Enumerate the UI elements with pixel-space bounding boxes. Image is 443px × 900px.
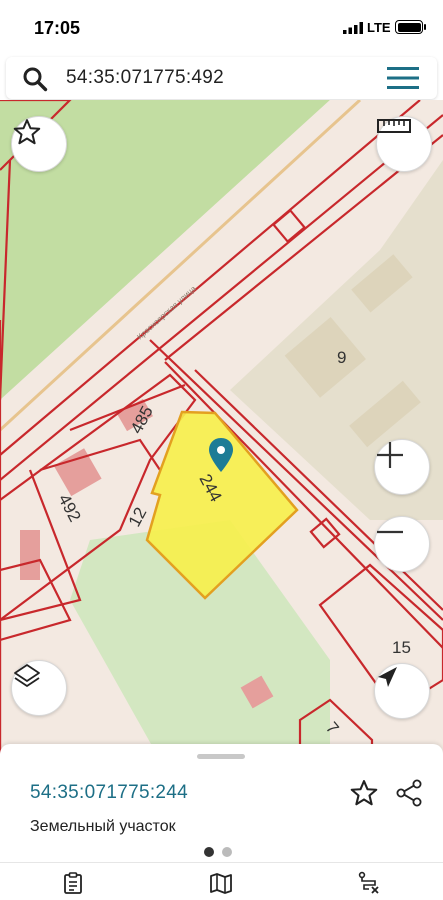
label-parcel-492: 492 <box>54 491 84 525</box>
network-type: LTE <box>367 20 391 35</box>
zoom-out-button[interactable] <box>374 516 430 572</box>
map-icon[interactable] <box>209 871 233 895</box>
location-arrow-icon <box>378 667 397 687</box>
label-block-15: 15 <box>392 638 411 657</box>
bottom-tab-bar <box>0 862 443 900</box>
battery-icon <box>395 20 423 34</box>
star-icon <box>13 119 41 145</box>
search-input[interactable]: 54:35:071775:492 <box>66 67 224 89</box>
route-icon[interactable] <box>357 871 381 895</box>
search-icon[interactable] <box>22 66 48 92</box>
status-bar: 17:05 LTE <box>0 0 443 56</box>
layers-icon <box>14 664 40 687</box>
clipboard-icon[interactable] <box>61 871 85 895</box>
signal-icon <box>343 22 363 34</box>
page-indicator <box>204 844 240 862</box>
ruler-icon <box>377 119 411 133</box>
zoom-in-button[interactable] <box>374 439 430 495</box>
object-type: Земельный участок <box>30 818 176 835</box>
battery-tip <box>424 24 426 30</box>
label-block-9: 9 <box>337 348 346 367</box>
plus-icon <box>377 442 403 468</box>
map-view[interactable]: 485 492 12 244 9 15 7 Красноярская улица <box>0 100 443 760</box>
sheet-handle[interactable] <box>197 754 245 759</box>
layers-button[interactable] <box>11 660 67 716</box>
status-time: 17:05 <box>34 18 81 38</box>
building-small-a <box>20 530 40 580</box>
ruler-button[interactable] <box>376 116 432 172</box>
locate-button[interactable] <box>374 663 430 719</box>
menu-icon[interactable] <box>387 67 419 89</box>
page-dot[interactable] <box>222 847 232 857</box>
object-info-sheet[interactable]: 54:35:071775:244 Земельный участок <box>0 744 443 862</box>
page-dot-active[interactable] <box>204 847 214 857</box>
star-icon[interactable] <box>349 778 379 808</box>
minus-icon <box>377 530 403 534</box>
share-icon[interactable] <box>394 778 424 808</box>
favorite-button[interactable] <box>11 116 67 172</box>
search-bar[interactable]: 54:35:071775:492 <box>6 57 437 99</box>
cadastral-number[interactable]: 54:35:071775:244 <box>30 782 188 804</box>
cadastral-map[interactable]: 485 492 12 244 9 15 7 Красноярская улица <box>0 100 443 760</box>
